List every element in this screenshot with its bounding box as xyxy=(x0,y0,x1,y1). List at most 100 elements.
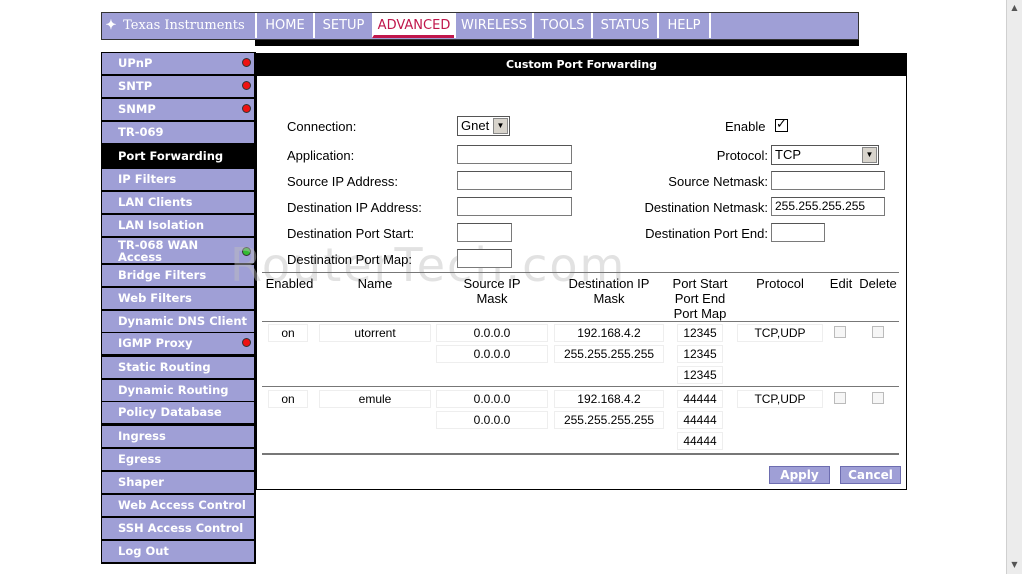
sidebar-item-label: TR-069 xyxy=(118,125,164,139)
destination-netmask-input[interactable]: 255.255.255.255 xyxy=(771,197,885,216)
table-header-rule xyxy=(262,321,899,322)
nav-filler xyxy=(709,13,858,38)
sidebar-item-tr069[interactable]: TR-069 xyxy=(102,122,254,143)
sidebar-item-label: Ingress xyxy=(118,429,166,443)
sidebar-item-ssh-access-control[interactable]: SSH Access Control xyxy=(102,518,254,539)
sidebar-item-upnp[interactable]: UPnP xyxy=(102,53,254,74)
col-header-port-map: Port Map xyxy=(673,306,727,321)
sidebar-item-igmp-proxy[interactable]: IGMP Proxy xyxy=(102,333,254,354)
sidebar-item-label: Static Routing xyxy=(118,360,211,374)
status-red-icon xyxy=(242,104,251,113)
sidebar-item-label: Bridge Filters xyxy=(118,268,207,282)
application-input[interactable] xyxy=(457,145,572,164)
sidebar-item-snmp[interactable]: SNMP xyxy=(102,99,254,120)
col-header-port-start: Port Start xyxy=(672,276,728,291)
connection-select[interactable]: Gnet ▼ xyxy=(457,116,510,136)
cancel-button[interactable]: Cancel xyxy=(840,466,901,484)
chevron-down-icon: ▼ xyxy=(493,118,508,134)
enable-checkbox[interactable]: ✓ xyxy=(775,118,788,132)
protocol-select[interactable]: TCP ▼ xyxy=(771,145,879,165)
destination-netmask-label: Destination Netmask: xyxy=(644,200,768,215)
sidebar-item-label: TR-068 WAN Access xyxy=(118,238,199,264)
sidebar-item-label: Web Filters xyxy=(118,291,192,305)
col-header-protocol: Protocol xyxy=(756,276,804,291)
tab-tools[interactable]: TOOLS xyxy=(532,13,591,38)
sidebar-item-label: Policy Database xyxy=(118,405,222,419)
table-row-rule xyxy=(262,386,899,387)
table-cell-protocol: TCP,UDP xyxy=(737,390,823,408)
table-cell-source-mask: 0.0.0.0 xyxy=(436,345,548,363)
sidebar-item-label: Dynamic DNS Client xyxy=(118,314,247,328)
tab-status[interactable]: STATUS xyxy=(591,13,657,38)
destination-port-map-label: Destination Port Map: xyxy=(287,252,413,267)
table-cell-protocol: TCP,UDP xyxy=(737,324,823,342)
sidebar-item-lan-clients[interactable]: LAN Clients xyxy=(102,192,254,213)
table-cell-source-mask: 0.0.0.0 xyxy=(436,411,548,429)
tab-home[interactable]: HOME xyxy=(255,13,313,38)
sidebar-item-sntp[interactable]: SNTP xyxy=(102,76,254,97)
scroll-up-icon[interactable]: ▲ xyxy=(1009,2,1020,13)
tab-advanced[interactable]: ADVANCED xyxy=(372,13,454,38)
sidebar-item-web-access-control[interactable]: Web Access Control xyxy=(102,495,254,516)
protocol-value: TCP xyxy=(775,147,801,162)
table-cell-destination-mask: 255.255.255.255 xyxy=(554,411,664,429)
table-cell-port-map: 44444 xyxy=(677,432,723,450)
apply-button[interactable]: Apply xyxy=(769,466,830,484)
source-netmask-label: Source Netmask: xyxy=(668,174,768,189)
table-cell-port-map: 12345 xyxy=(677,366,723,384)
connection-value: Gnet xyxy=(461,118,490,133)
table-cell-destination-ip: 192.168.4.2 xyxy=(554,390,664,408)
table-cell-port-start: 12345 xyxy=(677,324,723,342)
sidebar-item-label: Egress xyxy=(118,452,162,466)
row-edit-checkbox[interactable] xyxy=(834,326,846,338)
status-red-icon xyxy=(242,58,251,67)
row-edit-checkbox[interactable] xyxy=(834,392,846,404)
table-cell-destination-mask: 255.255.255.255 xyxy=(554,345,664,363)
vertical-scrollbar[interactable]: ▲ ▼ xyxy=(1006,0,1022,574)
table-cell-destination-ip: 192.168.4.2 xyxy=(554,324,664,342)
enable-label: Enable xyxy=(725,119,766,134)
sidebar-item-port-forwarding[interactable]: Port Forwarding xyxy=(102,146,254,167)
sidebar-item-policy-database[interactable]: Policy Database xyxy=(102,402,254,423)
row-delete-checkbox[interactable] xyxy=(872,326,884,338)
table-bottom-rule xyxy=(262,453,899,455)
source-ip-input[interactable] xyxy=(457,171,572,190)
col-header-source-mask: Mask xyxy=(476,291,508,306)
destination-ip-label: Destination IP Address: xyxy=(287,200,422,215)
table-cell-name: emule xyxy=(319,390,431,408)
sidebar-item-label: Web Access Control xyxy=(118,498,246,512)
sidebar-item-egress[interactable]: Egress xyxy=(102,449,254,470)
nav-underline xyxy=(255,40,859,46)
col-header-source-ip: Source IP xyxy=(463,276,521,291)
sidebar-item-dynamic-routing[interactable]: Dynamic Routing xyxy=(102,380,254,401)
chevron-down-icon: ▼ xyxy=(862,147,877,163)
sidebar-item-shaper[interactable]: Shaper xyxy=(102,472,254,493)
brand-logo-text: Texas Instruments xyxy=(123,18,245,33)
tab-help[interactable]: HELP xyxy=(657,13,709,38)
tab-wireless[interactable]: WIRELESS xyxy=(454,13,532,38)
destination-port-end-input[interactable] xyxy=(771,223,825,242)
sidebar-item-ip-filters[interactable]: IP Filters xyxy=(102,169,254,190)
sidebar-item-label: SNTP xyxy=(118,79,153,93)
destination-port-end-label: Destination Port End: xyxy=(645,226,768,241)
table-cell-port-start: 44444 xyxy=(677,390,723,408)
table-cell-enabled: on xyxy=(268,324,308,342)
sidebar-item-ingress[interactable]: Ingress xyxy=(102,426,254,447)
sidebar-item-dynamic-dns-client[interactable]: Dynamic DNS Client xyxy=(102,311,254,332)
destination-port-map-input[interactable] xyxy=(457,249,512,268)
tab-setup[interactable]: SETUP xyxy=(313,13,372,38)
destination-ip-input[interactable] xyxy=(457,197,572,216)
sidebar-item-lan-isolation[interactable]: LAN Isolation xyxy=(102,215,254,236)
row-delete-checkbox[interactable] xyxy=(872,392,884,404)
col-header-enabled: Enabled xyxy=(265,276,314,291)
connection-label: Connection: xyxy=(287,119,357,134)
table-cell-enabled: on xyxy=(268,390,308,408)
col-header-name: Name xyxy=(357,276,393,291)
sidebar-item-static-routing[interactable]: Static Routing xyxy=(102,357,254,378)
scroll-down-icon[interactable]: ▼ xyxy=(1009,559,1020,570)
source-netmask-input[interactable] xyxy=(771,171,885,190)
brand-logo[interactable]: ✦ Texas Instruments xyxy=(103,14,253,38)
sidebar-item-log-out[interactable]: Log Out xyxy=(102,541,254,562)
sidebar-item-label: IP Filters xyxy=(118,172,177,186)
destination-port-start-input[interactable] xyxy=(457,223,512,242)
